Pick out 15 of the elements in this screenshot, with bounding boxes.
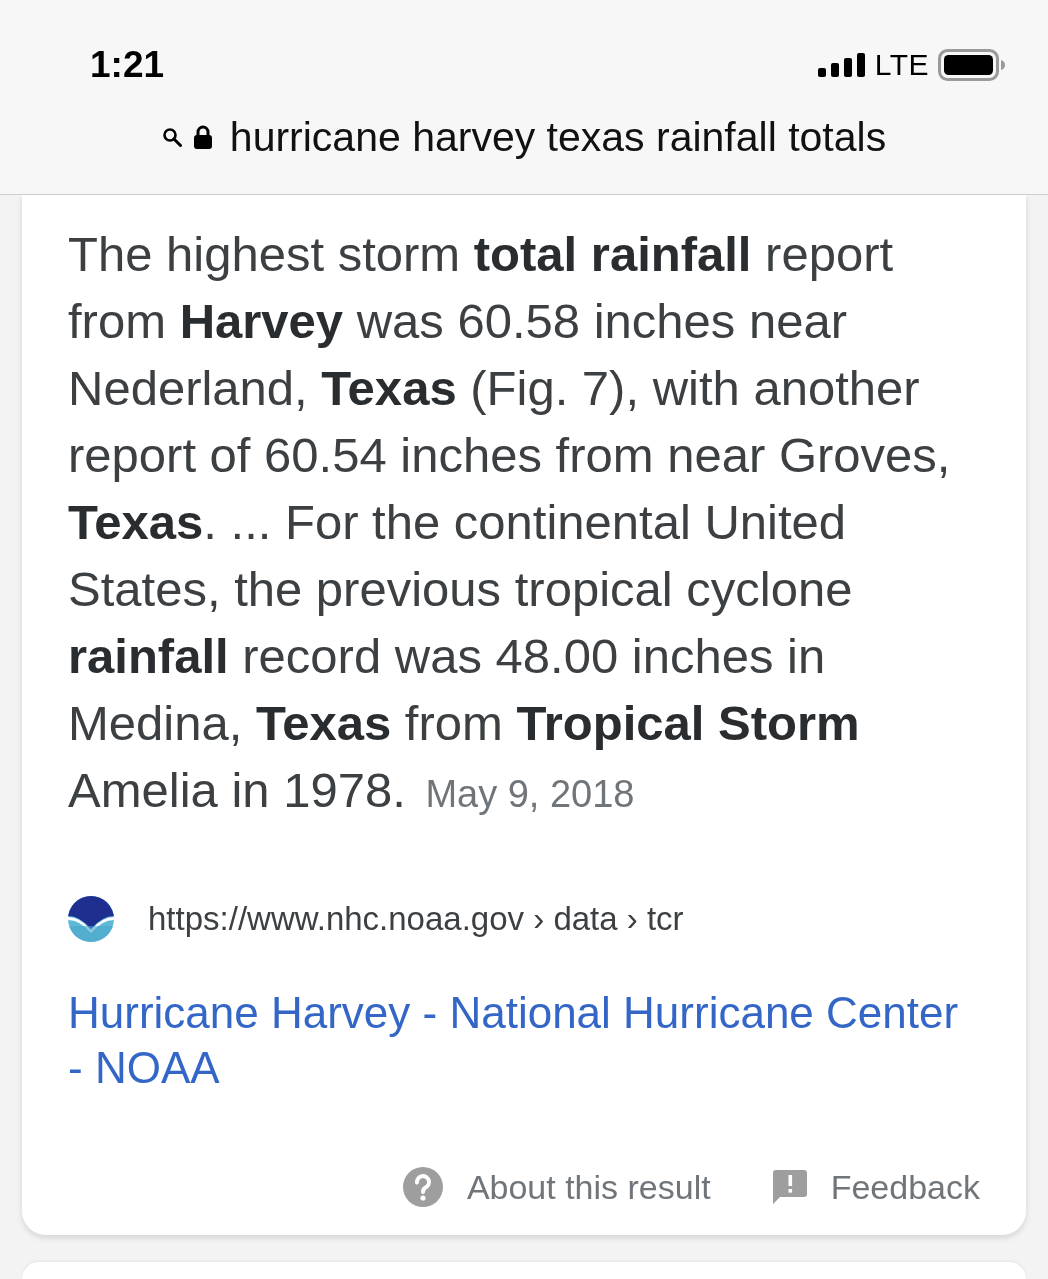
search-icon	[161, 127, 182, 147]
circle-logo-icon	[68, 896, 114, 942]
result-title-link[interactable]: Hurricane Harvey - National Hurricane Center - NOAA	[68, 985, 973, 1095]
signal-bars-icon	[817, 53, 866, 77]
about-result-button[interactable]: About this result	[402, 1167, 711, 1207]
feedback-icon	[772, 1170, 807, 1204]
network-type: LTE	[874, 48, 929, 82]
address-query[interactable]: hurricane harvey texas rainfall totals	[229, 113, 887, 161]
padlock-icon	[193, 125, 212, 149]
battery-icon	[938, 49, 1006, 81]
help-icon	[402, 1167, 443, 1207]
clock-time: 1:21	[90, 44, 165, 86]
result-url: https://www.nhc.noaa.gov › data › tcr	[148, 900, 684, 938]
feedback-button[interactable]: Feedback	[772, 1167, 980, 1207]
result-snippet: The highest storm total rainfall report from Harvey was 60.58 inches near Nederland, Texas (Fig. 7), with another report of 60.54 inches from near Groves, Texas. ... For the continental United States, the previous tropical cyclone rainfall record was 48.00 inches in Medina, Texas from Tropical Storm Amelia in 1978. May 9, 2018	[68, 226, 952, 819]
